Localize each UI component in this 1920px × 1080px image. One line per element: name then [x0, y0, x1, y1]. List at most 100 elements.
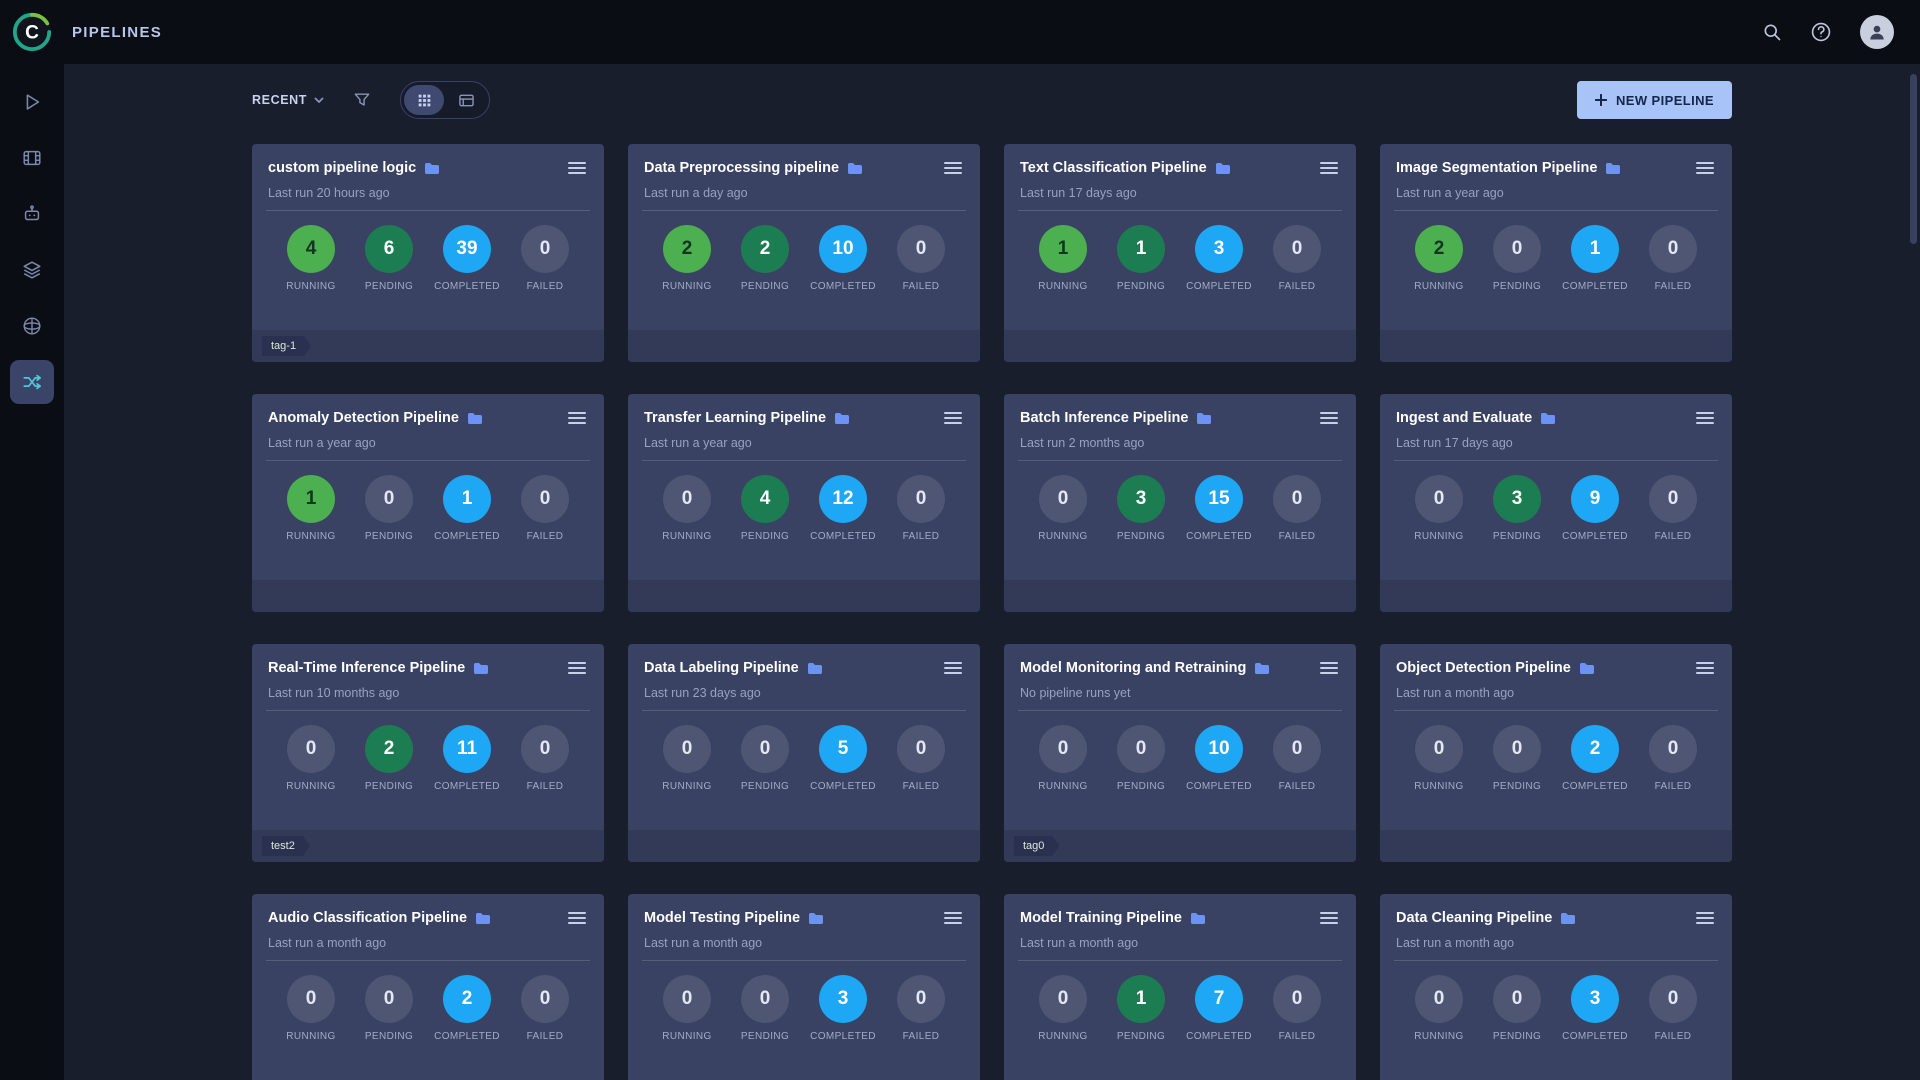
pipeline-card[interactable]: Ingest and Evaluate Last run 17 days ago… [1380, 394, 1732, 612]
scrollbar-thumb[interactable] [1910, 74, 1917, 244]
card-menu-button[interactable] [1316, 657, 1342, 679]
clearml-logo-icon: C [11, 11, 53, 53]
stat-completed: 12 COMPLETED [808, 475, 878, 542]
stat-label: PENDING [1493, 531, 1541, 542]
card-menu-button[interactable] [1692, 907, 1718, 929]
stat-label: PENDING [365, 781, 413, 792]
stat-circle: 0 [521, 975, 569, 1023]
card-header: Transfer Learning Pipeline Last run a ye… [628, 394, 980, 450]
pipeline-card[interactable]: Image Segmentation Pipeline Last run a y… [1380, 144, 1732, 362]
card-menu-button[interactable] [564, 657, 590, 679]
play-icon [21, 91, 43, 113]
stat-failed: 0 FAILED [1262, 475, 1332, 542]
stat-label: RUNNING [662, 1031, 711, 1042]
grid-view-button[interactable] [404, 85, 444, 115]
card-menu-button[interactable] [1316, 407, 1342, 429]
card-menu-button[interactable] [564, 157, 590, 179]
project-folder-icon [1196, 412, 1212, 425]
pipeline-card[interactable]: Data Labeling Pipeline Last run 23 days … [628, 644, 980, 862]
filter-button[interactable] [352, 90, 372, 110]
user-avatar-button[interactable] [1860, 15, 1894, 49]
stat-label: PENDING [1493, 781, 1541, 792]
pipeline-card[interactable]: Model Training Pipeline Last run a month… [1004, 894, 1356, 1080]
card-footer [1380, 580, 1732, 612]
stat-label: FAILED [903, 531, 940, 542]
plus-icon [1595, 94, 1607, 106]
pipeline-card[interactable]: Object Detection Pipeline Last run a mon… [1380, 644, 1732, 862]
stat-pending: 0 PENDING [730, 725, 800, 792]
stat-label: PENDING [1117, 781, 1165, 792]
card-footer: test2 [252, 830, 604, 862]
card-header: Model Testing Pipeline Last run a month … [628, 894, 980, 950]
card-menu-button[interactable] [1692, 407, 1718, 429]
pipeline-card[interactable]: Audio Classification Pipeline Last run a… [252, 894, 604, 1080]
stat-pending: 1 PENDING [1106, 225, 1176, 292]
sidebar-item-hyper-datasets[interactable] [10, 248, 54, 292]
project-folder-icon [807, 662, 823, 675]
sidebar-item-pipelines[interactable] [10, 360, 54, 404]
stat-failed: 0 FAILED [1262, 975, 1332, 1042]
card-menu-button[interactable] [564, 907, 590, 929]
help-button[interactable] [1810, 21, 1832, 43]
card-menu-button[interactable] [1316, 907, 1342, 929]
main-content: RECENT [64, 64, 1920, 1080]
stat-running: 0 RUNNING [652, 725, 722, 792]
stat-completed: 3 COMPLETED [808, 975, 878, 1042]
pipeline-card[interactable]: Model Testing Pipeline Last run a month … [628, 894, 980, 1080]
sidebar-item-reports[interactable] [10, 304, 54, 348]
hamburger-menu-icon [568, 411, 586, 425]
pipeline-card[interactable]: Anomaly Detection Pipeline Last run a ye… [252, 394, 604, 612]
card-menu-button[interactable] [940, 407, 966, 429]
pipeline-last-run: Last run a month ago [1020, 936, 1342, 950]
pipeline-card[interactable]: Transfer Learning Pipeline Last run a ye… [628, 394, 980, 612]
new-pipeline-button[interactable]: NEW PIPELINE [1577, 81, 1732, 119]
stat-label: COMPLETED [434, 531, 500, 542]
card-menu-button[interactable] [1692, 157, 1718, 179]
pipeline-card[interactable]: Data Preprocessing pipeline Last run a d… [628, 144, 980, 362]
tag-chip[interactable]: test2 [262, 836, 310, 856]
card-menu-button[interactable] [940, 657, 966, 679]
pipeline-card[interactable]: Real-Time Inference Pipeline Last run 10… [252, 644, 604, 862]
new-pipeline-label: NEW PIPELINE [1616, 93, 1714, 108]
pipeline-last-run: Last run 20 hours ago [268, 186, 590, 200]
stat-running: 0 RUNNING [652, 475, 722, 542]
project-folder-icon [1560, 912, 1576, 925]
stat-running: 0 RUNNING [652, 975, 722, 1042]
sort-dropdown[interactable]: RECENT [252, 93, 324, 107]
card-footer [1004, 580, 1356, 612]
pipeline-name: Ingest and Evaluate [1396, 410, 1532, 426]
hamburger-menu-icon [1320, 161, 1338, 175]
stat-circle: 0 [287, 975, 335, 1023]
table-view-icon [458, 93, 475, 108]
pipeline-card[interactable]: Text Classification Pipeline Last run 17… [1004, 144, 1356, 362]
sidebar-item-datasets[interactable] [10, 136, 54, 180]
card-menu-button[interactable] [940, 157, 966, 179]
pipeline-card[interactable]: Model Monitoring and Retraining No pipel… [1004, 644, 1356, 862]
stat-circle: 0 [897, 725, 945, 773]
stat-circle: 0 [1039, 975, 1087, 1023]
card-menu-button[interactable] [564, 407, 590, 429]
stat-pending: 0 PENDING [1482, 975, 1552, 1042]
app-logo[interactable]: C [0, 0, 64, 64]
stat-circle: 0 [365, 975, 413, 1023]
search-button[interactable] [1762, 22, 1782, 42]
card-menu-button[interactable] [1316, 157, 1342, 179]
stat-pending: 0 PENDING [1482, 225, 1552, 292]
tag-chip[interactable]: tag0 [1014, 836, 1059, 856]
sidebar-item-projects[interactable] [10, 80, 54, 124]
card-footer [1380, 330, 1732, 362]
pipeline-card[interactable]: Data Cleaning Pipeline Last run a month … [1380, 894, 1732, 1080]
stat-failed: 0 FAILED [1638, 725, 1708, 792]
stat-pending: 6 PENDING [354, 225, 424, 292]
stat-circle: 1 [1039, 225, 1087, 273]
card-menu-button[interactable] [940, 907, 966, 929]
sidebar-item-applications[interactable] [10, 192, 54, 236]
tag-chip[interactable]: tag-1 [262, 336, 311, 356]
stat-label: RUNNING [286, 1031, 335, 1042]
pipeline-last-run: Last run 17 days ago [1396, 436, 1718, 450]
stat-circle: 0 [1415, 475, 1463, 523]
table-view-button[interactable] [446, 85, 486, 115]
card-menu-button[interactable] [1692, 657, 1718, 679]
pipeline-card[interactable]: custom pipeline logic Last run 20 hours … [252, 144, 604, 362]
pipeline-card[interactable]: Batch Inference Pipeline Last run 2 mont… [1004, 394, 1356, 612]
